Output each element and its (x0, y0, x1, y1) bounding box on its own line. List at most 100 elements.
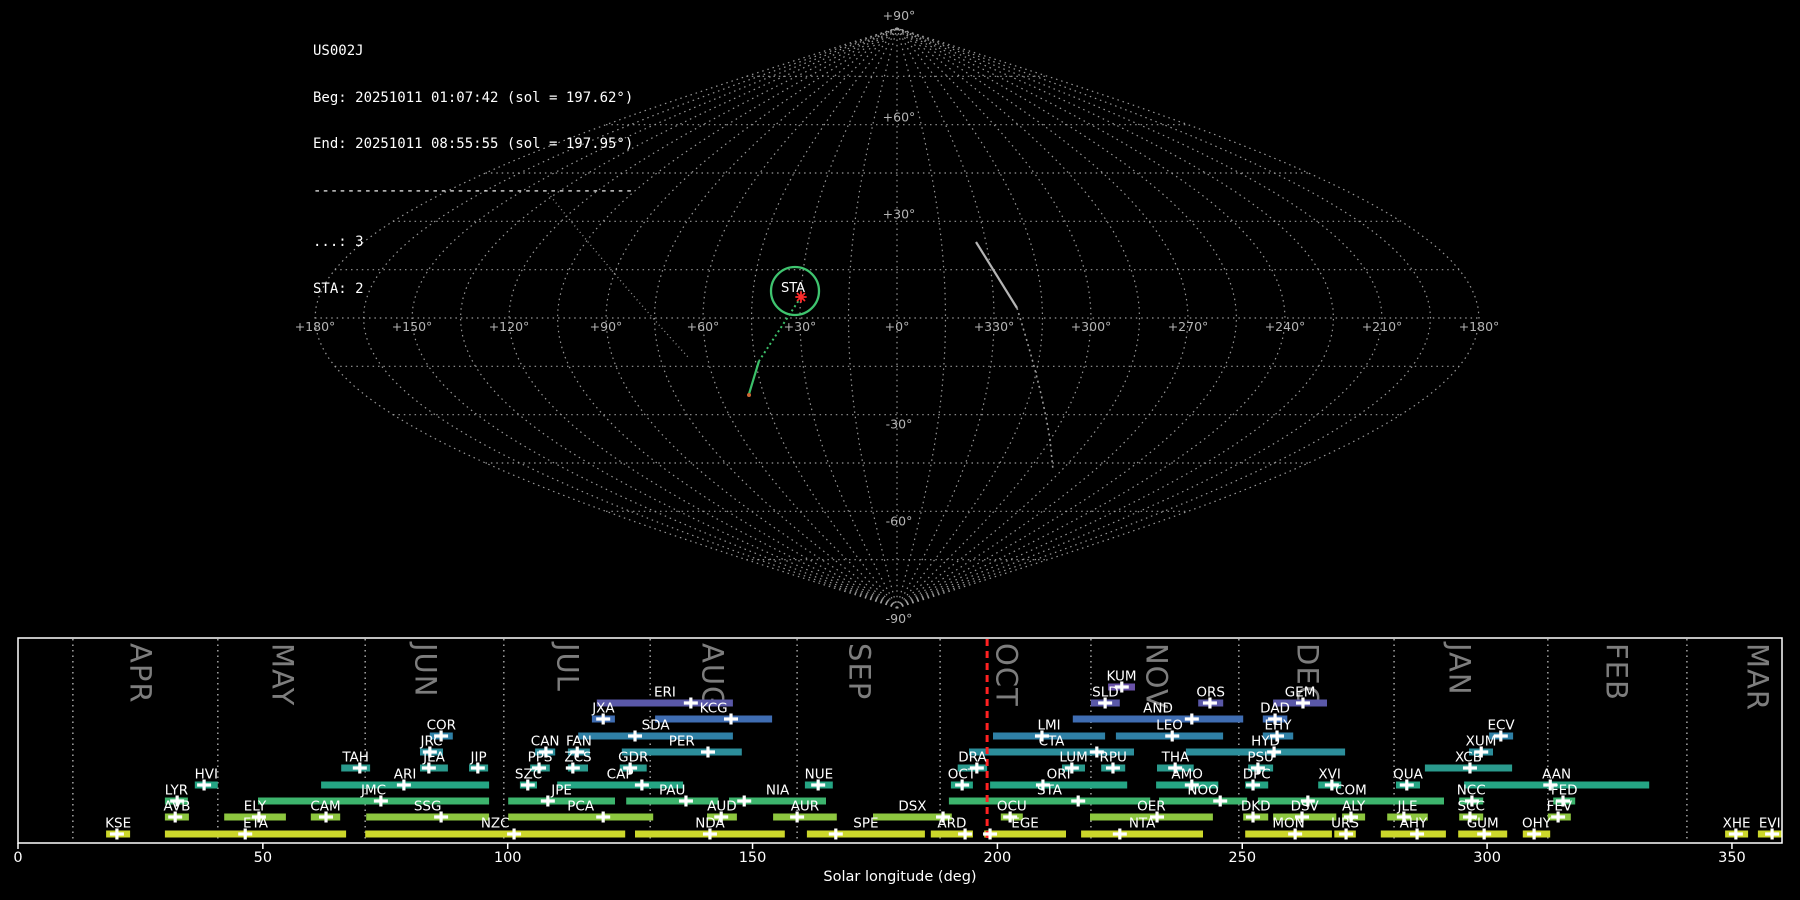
shower-activity-timeline: APR MAY JUN JUL AUG SEP OCT NOV DEC JAN FEB MARKSEL… (13, 637, 1783, 885)
shower-label: ECV (1487, 718, 1515, 734)
shower-label: XUM (1466, 734, 1497, 750)
radiant-sky-map: +180° +150° +120° +90° +60° +30° +0° +330° +300°… (295, 8, 1500, 626)
end-time-line: End: 20251011 08:55:55 (sol = 197.95°) (313, 136, 634, 152)
radiant-label: STA (781, 281, 805, 296)
month-label: MAR (1740, 643, 1774, 711)
shower-label: HVI (195, 767, 218, 783)
shower-bar (508, 797, 615, 805)
month-label: APR (123, 643, 157, 703)
shower-label: DRA (958, 750, 987, 766)
equator-longitude-label: +60° (687, 319, 720, 334)
shower-label: ORS (1196, 685, 1225, 701)
meteor-track-solid (975, 241, 1018, 309)
peak-marker (596, 811, 611, 823)
shower-label: DKD (1241, 799, 1271, 815)
x-tick-label: 50 (254, 850, 272, 866)
shower-label: AAN (1542, 767, 1571, 783)
shower-bar (1081, 830, 1203, 838)
sporadic-count: ...: 3 (313, 234, 364, 250)
shower-label: OER (1137, 799, 1166, 815)
equator-longitude-label: +90° (590, 319, 623, 334)
equator-longitude-label: +150° (392, 319, 433, 334)
equator-longitude-label: +180° (295, 319, 336, 334)
shower-label: AUD (707, 799, 737, 815)
latitude-label: +60° (883, 110, 916, 125)
shower-count: STA: 2 (313, 280, 364, 297)
shower-label: DSX (898, 799, 926, 815)
shower-bar (164, 830, 347, 838)
x-tick-label: 300 (1473, 850, 1501, 866)
shower-label: TAH (341, 750, 369, 766)
shower-bar (258, 797, 490, 805)
shower-label: NZC (481, 816, 510, 832)
peak-marker (628, 730, 643, 742)
x-tick-label: 100 (494, 850, 522, 866)
shower-label: XHE (1723, 816, 1751, 832)
peak-marker (828, 828, 843, 840)
meteor-track-dotted (1016, 307, 1054, 471)
shower-label: GEM (1285, 685, 1316, 701)
shower-label: AVB (163, 799, 190, 815)
shower-label: JPE (550, 783, 572, 799)
latitude-label: -90° (886, 611, 913, 626)
x-tick-label: 350 (1718, 850, 1746, 866)
shower-label: AHY (1400, 816, 1428, 832)
month-label: MAY (265, 643, 299, 706)
shower-label: SCC (1457, 799, 1484, 815)
x-tick-label: 200 (984, 850, 1012, 866)
begin-time-line: Beg: 20251011 01:07:42 (sol = 197.62°) (313, 89, 634, 106)
shower-label: AMO (1171, 767, 1203, 783)
shower-bar (655, 715, 773, 723)
shower-label: SLD (1092, 685, 1119, 701)
peak-marker (700, 746, 715, 758)
peak-marker (1184, 713, 1199, 725)
shower-bar (773, 813, 837, 821)
equator-longitude-label: +0° (885, 319, 910, 334)
shower-label: KUM (1107, 669, 1137, 685)
shower-bar (806, 830, 925, 838)
shower-bar (365, 830, 626, 838)
observation-info-panel: US002J Beg: 20251011 01:07:42 (sol = 197… (313, 13, 633, 313)
shower-bar (508, 813, 654, 821)
equator-longitude-label: +240° (1265, 319, 1306, 334)
shower-label: COM (1335, 783, 1367, 799)
trail-end-dot (747, 393, 751, 397)
peak-marker (983, 828, 998, 840)
equator-longitude-label: +180° (1459, 319, 1500, 334)
peak-marker (634, 779, 649, 791)
month-label: JUN (408, 641, 442, 697)
shower-label: CAM (310, 799, 340, 815)
x-tick-label: 0 (13, 850, 22, 866)
grid-meridian (896, 27, 1286, 609)
shower-label: ELY (244, 799, 267, 815)
shower-label: ARD (937, 816, 966, 832)
shower-label: FEV (1547, 799, 1573, 815)
month-label: OCT (990, 643, 1024, 707)
x-tick-label: 150 (739, 850, 767, 866)
shower-bar (626, 797, 719, 805)
shower-label: OCU (997, 799, 1027, 815)
separator-line: -------------------------------------- (313, 182, 634, 199)
latitude-label: +30° (883, 206, 916, 221)
shower-label: PER (669, 734, 695, 750)
shower-label: EHY (1265, 718, 1293, 734)
shower-label: NUE (805, 767, 834, 783)
latitude-label: -60° (886, 513, 913, 528)
shower-label: NIA (766, 783, 790, 799)
shower-label: JMC (360, 783, 386, 799)
equator-longitude-label: +300° (1071, 319, 1112, 334)
radiant-trail-solid (747, 360, 761, 395)
shower-bar (1159, 797, 1248, 805)
shower-label: FED (1551, 783, 1578, 799)
shower-label: ALY (1342, 799, 1366, 815)
shower-label: GDR (618, 750, 648, 766)
latitude-label: -30° (886, 417, 913, 432)
shower-label: JIP (470, 750, 487, 766)
shower-label: JEA (422, 750, 446, 766)
shower-label: QUA (1393, 767, 1424, 783)
grid-meridian (896, 27, 1480, 609)
shower-label: LEO (1156, 718, 1183, 734)
equator-longitude-label: +330° (974, 319, 1015, 334)
shower-label: CAN (531, 734, 560, 750)
shower-label: JXA (591, 701, 615, 717)
